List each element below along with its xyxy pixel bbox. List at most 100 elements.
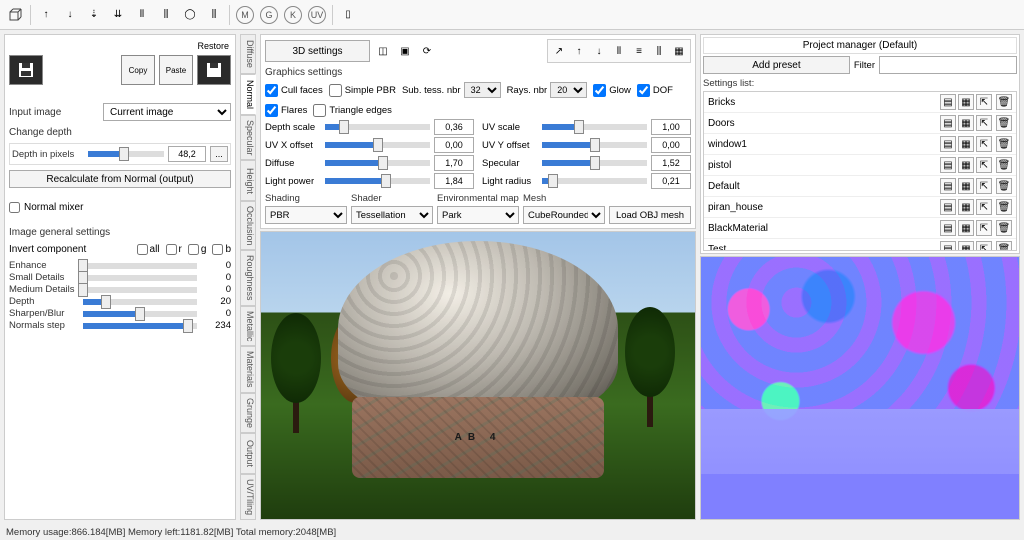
add-preset-button[interactable]: Add preset	[703, 56, 850, 74]
depth-pixels-slider[interactable]	[88, 151, 164, 157]
simple-pbr-checkbox[interactable]	[329, 84, 342, 97]
paste-button[interactable]: Paste	[159, 55, 193, 85]
input-image-select[interactable]: Current image	[103, 103, 231, 121]
list-item-name[interactable]: Test	[708, 244, 936, 252]
tool-g-icon[interactable]: G	[258, 4, 280, 26]
save-item-icon[interactable]: ▦	[958, 220, 974, 236]
slider-Depth[interactable]	[83, 299, 197, 305]
3d-viewport[interactable]: AB 4	[260, 231, 696, 520]
copy-button[interactable]: Copy	[121, 55, 155, 85]
view5-icon[interactable]: ≡	[630, 42, 648, 60]
slider-Sharpen/Blur[interactable]	[83, 311, 197, 317]
view6-icon[interactable]: ⫼	[650, 42, 668, 60]
invert-r-checkbox[interactable]	[166, 244, 177, 255]
view2-icon[interactable]: ↑	[570, 42, 588, 60]
slider-UV Y offset[interactable]	[542, 142, 647, 148]
tab-metallic[interactable]: Metallic	[240, 306, 256, 347]
select-environmental map[interactable]: Park	[437, 206, 519, 224]
tool-down3-icon[interactable]: ⇊	[107, 4, 129, 26]
camera-icon[interactable]: ▣	[396, 42, 414, 60]
apply-icon[interactable]: ▤	[940, 157, 956, 173]
cull-faces-checkbox[interactable]	[265, 84, 278, 97]
tab-output[interactable]: Output	[240, 433, 256, 473]
list-item-name[interactable]: Doors	[708, 118, 936, 129]
export-icon[interactable]: ⇱	[976, 220, 992, 236]
input-Depth scale[interactable]	[434, 119, 474, 135]
slider-Enhance[interactable]	[83, 263, 197, 269]
export-icon[interactable]: ⇱	[976, 94, 992, 110]
select-shader[interactable]: Tessellation	[351, 206, 433, 224]
restore-link[interactable]: Restore	[9, 39, 231, 53]
delete-icon[interactable]: 🗑	[996, 94, 1012, 110]
export-icon[interactable]: ⇱	[976, 241, 992, 251]
apply-icon[interactable]: ▤	[940, 115, 956, 131]
view7-icon[interactable]: ▦	[670, 42, 688, 60]
save-item-icon[interactable]: ▦	[958, 199, 974, 215]
triangle-edges-checkbox[interactable]	[313, 104, 326, 117]
slider-Small Details[interactable]	[83, 275, 197, 281]
apply-icon[interactable]: ▤	[940, 94, 956, 110]
cube-view-icon[interactable]: ◫	[374, 42, 392, 60]
save-item-icon[interactable]: ▦	[958, 136, 974, 152]
slider-Normals step[interactable]	[83, 323, 197, 329]
slider-UV scale[interactable]	[542, 124, 647, 130]
invert-b-checkbox[interactable]	[212, 244, 223, 255]
delete-icon[interactable]: 🗑	[996, 178, 1012, 194]
tab-roughness[interactable]: Roughness	[240, 250, 256, 306]
input-Light power[interactable]	[434, 173, 474, 189]
tool-down2-icon[interactable]: ⇣	[83, 4, 105, 26]
input-Diffuse[interactable]	[434, 155, 474, 171]
apply-icon[interactable]: ▤	[940, 220, 956, 236]
rays-nbr-select[interactable]: 20	[550, 82, 587, 98]
tool-uv-icon[interactable]: UV	[306, 4, 328, 26]
delete-icon[interactable]: 🗑	[996, 157, 1012, 173]
tool-m-icon[interactable]: M	[234, 4, 256, 26]
delete-icon[interactable]: 🗑	[996, 115, 1012, 131]
tab-uv/tiling[interactable]: UV/Tiling	[240, 474, 256, 520]
save-item-icon[interactable]: ▦	[958, 115, 974, 131]
export-icon[interactable]: ⇱	[976, 115, 992, 131]
export-icon[interactable]: ⇱	[976, 157, 992, 173]
export-icon[interactable]: ⇱	[976, 178, 992, 194]
invert-all-checkbox[interactable]	[137, 244, 148, 255]
view1-icon[interactable]: ↗	[550, 42, 568, 60]
save2-icon[interactable]	[197, 55, 231, 85]
load-obj-button[interactable]: Load OBJ mesh	[609, 206, 691, 224]
list-item-name[interactable]: pistol	[708, 160, 936, 171]
depth-pixels-more[interactable]: ...	[210, 146, 228, 162]
list-item-name[interactable]: Bricks	[708, 97, 936, 108]
tool-k-icon[interactable]: K	[282, 4, 304, 26]
slider-Specular[interactable]	[542, 160, 647, 166]
apply-icon[interactable]: ▤	[940, 136, 956, 152]
apply-icon[interactable]: ▤	[940, 199, 956, 215]
slider-Diffuse[interactable]	[325, 160, 430, 166]
tab-occlusion[interactable]: Occlusion	[240, 201, 256, 251]
delete-icon[interactable]: 🗑	[996, 220, 1012, 236]
flares-checkbox[interactable]	[265, 104, 278, 117]
dof-checkbox[interactable]	[637, 84, 650, 97]
glow-checkbox[interactable]	[593, 84, 606, 97]
export-icon[interactable]: ⇱	[976, 136, 992, 152]
delete-icon[interactable]: 🗑	[996, 136, 1012, 152]
save-item-icon[interactable]: ▦	[958, 178, 974, 194]
export-icon[interactable]: ⇱	[976, 199, 992, 215]
save-icon[interactable]	[9, 55, 43, 85]
recalculate-button[interactable]: Recalculate from Normal (output)	[9, 170, 231, 188]
slider-Light radius[interactable]	[542, 178, 647, 184]
tool-bars2-icon[interactable]: ⫼	[155, 4, 177, 26]
input-Light radius[interactable]	[651, 173, 691, 189]
save-item-icon[interactable]: ▦	[958, 94, 974, 110]
slider-Depth scale[interactable]	[325, 124, 430, 130]
save-item-icon[interactable]: ▦	[958, 241, 974, 251]
refresh-icon[interactable]: ⟳	[418, 42, 436, 60]
view3-icon[interactable]: ↓	[590, 42, 608, 60]
tool-cube-icon[interactable]	[4, 4, 26, 26]
delete-icon[interactable]: 🗑	[996, 241, 1012, 251]
3d-settings-button[interactable]: 3D settings	[265, 40, 370, 62]
tab-grunge[interactable]: Grunge	[240, 393, 256, 433]
slider-Light power[interactable]	[325, 178, 430, 184]
tab-materials[interactable]: Materials	[240, 346, 256, 393]
tool-up-icon[interactable]: ↑	[35, 4, 57, 26]
tab-normal[interactable]: Normal	[240, 74, 256, 114]
select-shading[interactable]: PBR	[265, 206, 347, 224]
